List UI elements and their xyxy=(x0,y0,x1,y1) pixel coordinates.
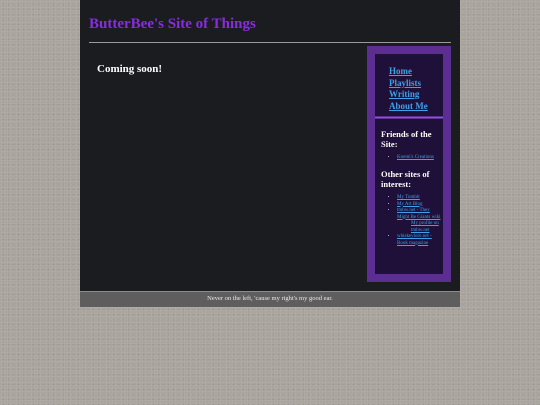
nav-about-link[interactable]: About Me xyxy=(389,101,428,111)
friends-list: Koemi's Creations xyxy=(389,155,441,162)
header-divider xyxy=(89,42,451,43)
sidebar: Home Playlists Writing About Me Friends … xyxy=(367,46,451,282)
whiskeylore-link[interactable]: whiskeylore.net - Book magazine xyxy=(397,234,432,246)
tmbw-profile-link[interactable]: My profile on tmbw.net xyxy=(411,221,439,233)
art-blog-link[interactable]: My Art Blog xyxy=(397,202,423,207)
nav-menu: Home Playlists Writing About Me xyxy=(375,54,443,116)
footer-text: Never on the left, 'cause my right's my … xyxy=(207,295,333,302)
nav-playlists-link[interactable]: Playlists xyxy=(389,78,421,88)
nav-writing-link[interactable]: Writing xyxy=(389,89,419,99)
footer: Never on the left, 'cause my right's my … xyxy=(80,291,460,307)
tumblr-link[interactable]: My Tumblr xyxy=(397,195,420,200)
friends-heading: Friends of the Site: xyxy=(381,129,432,149)
other-sites-list: My Tumblr My Art Blog tmbw.net - They Mi… xyxy=(389,195,441,247)
list-item: whiskeylore.net - Book magazine xyxy=(397,234,441,247)
friend-link-koemi[interactable]: Koemi's Creations xyxy=(397,155,434,160)
page-container: ButterBee's Site of Things Coming soon! … xyxy=(80,0,460,307)
site-title: ButterBee's Site of Things xyxy=(89,16,256,32)
list-item: My profile on tmbw.net xyxy=(411,221,441,234)
other-sites-heading: Other sites of interest: xyxy=(381,169,430,189)
tmbw-wiki-link[interactable]: tmbw.net - They Might Be Giants wiki xyxy=(397,208,440,220)
list-item: Koemi's Creations xyxy=(397,155,441,162)
main-heading: Coming soon! xyxy=(97,63,163,75)
list-item: tmbw.net - They Might Be Giants wiki My … xyxy=(397,208,441,234)
sidebar-divider xyxy=(375,117,443,118)
links-panel: Friends of the Site: Koemi's Creations O… xyxy=(375,119,443,274)
nav-home-link[interactable]: Home xyxy=(389,66,412,76)
